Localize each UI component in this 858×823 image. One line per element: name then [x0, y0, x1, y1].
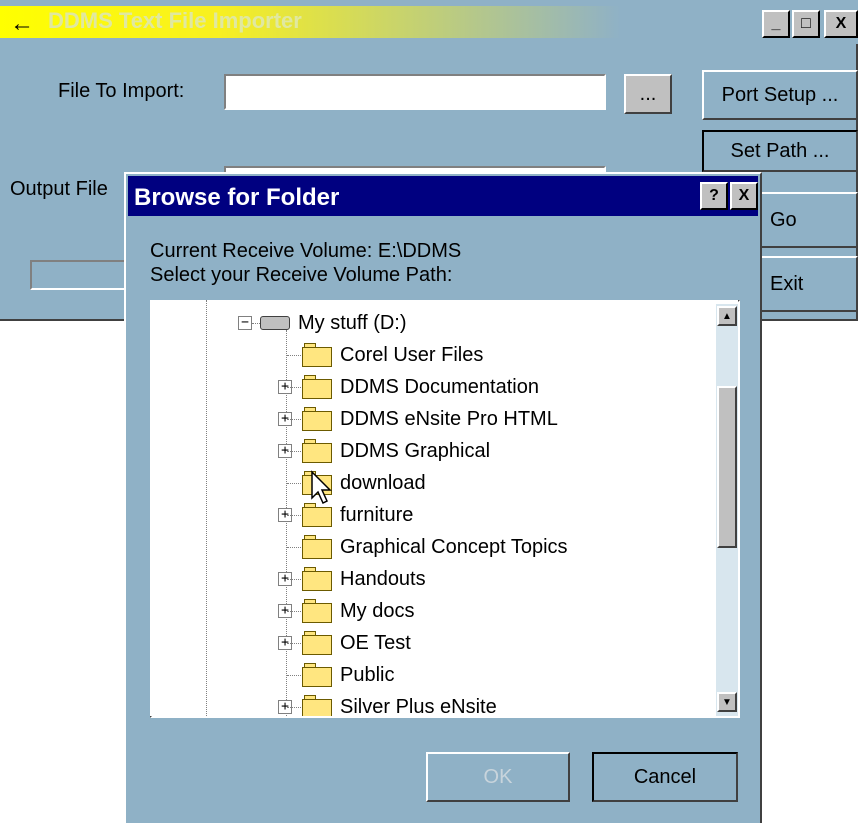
- folder-icon: [302, 439, 332, 463]
- folder-icon: [302, 567, 332, 591]
- tree-folder-item[interactable]: Graphical Concept Topics: [302, 532, 568, 562]
- folder-icon: [302, 375, 332, 399]
- tree-folder-item[interactable]: Handouts: [302, 564, 426, 594]
- close-icon: X: [738, 187, 750, 204]
- folder-icon: [302, 407, 332, 431]
- tree-guide-line: [287, 451, 301, 452]
- browse-file-button[interactable]: ...: [624, 74, 672, 114]
- tree-guide-line: [287, 515, 301, 516]
- tree-guide-line: [287, 643, 301, 644]
- drive-icon: [260, 316, 290, 330]
- folder-icon: [302, 535, 332, 559]
- folder-icon: [302, 343, 332, 367]
- ok-button[interactable]: OK: [426, 752, 570, 802]
- cancel-button[interactable]: Cancel: [592, 752, 738, 802]
- tree-guide-line: [287, 483, 301, 484]
- maximize-button[interactable]: □: [792, 10, 820, 38]
- tree-guide-line: [287, 675, 301, 676]
- tree-folder-item[interactable]: Corel User Files: [302, 340, 483, 370]
- collapse-icon[interactable]: −: [238, 316, 252, 330]
- progress-bar: [30, 260, 126, 290]
- tree-guide-line: [287, 387, 301, 388]
- mouse-pointer-icon: [311, 470, 332, 505]
- tree-root-node[interactable]: My stuff (D:): [260, 308, 407, 338]
- folder-icon: [302, 599, 332, 623]
- minimize-button[interactable]: _: [762, 10, 790, 38]
- tree-guide-line: [252, 323, 260, 324]
- tree-guide-line: [287, 579, 301, 580]
- file-to-import-input[interactable]: [224, 74, 606, 110]
- tree-guide-line: [287, 355, 301, 356]
- current-volume-text: Current Receive Volume: E:\DDMS: [150, 240, 462, 262]
- arrow-down-icon: ▼: [722, 696, 732, 708]
- tree-folder-item[interactable]: My docs: [302, 596, 414, 626]
- tree-guide-line: [206, 300, 207, 716]
- scroll-up-button[interactable]: ▲: [717, 306, 737, 326]
- tree-folder-item[interactable]: DDMS Graphical: [302, 436, 490, 466]
- folder-icon: [302, 695, 332, 716]
- tree-guide-line: [287, 547, 301, 548]
- tree-folder-item[interactable]: DDMS eNsite Pro HTML: [302, 404, 558, 434]
- main-close-button[interactable]: X: [824, 10, 858, 38]
- instruction-text: Select your Receive Volume Path:: [150, 264, 453, 286]
- maximize-icon: □: [801, 15, 811, 32]
- port-setup-button[interactable]: Port Setup ...: [702, 70, 858, 120]
- tree-folder-item[interactable]: Silver Plus eNsite: [302, 692, 497, 716]
- folder-icon: [302, 663, 332, 687]
- main-window-title: DDMS Text File Importer: [48, 8, 302, 33]
- tree-folder-item[interactable]: OE Test: [302, 628, 411, 658]
- scroll-down-button[interactable]: ▼: [717, 692, 737, 712]
- close-icon: X: [835, 15, 847, 32]
- tree-folder-item[interactable]: Public: [302, 660, 394, 690]
- help-icon: ?: [709, 187, 719, 204]
- tree-guide-line: [287, 611, 301, 612]
- help-button[interactable]: ?: [700, 182, 728, 210]
- set-path-button[interactable]: Set Path ...: [702, 130, 858, 172]
- output-file-label: Output File: [10, 178, 108, 200]
- tree-guide-line: [287, 419, 301, 420]
- file-to-import-label: File To Import:: [58, 80, 185, 102]
- back-arrow-icon[interactable]: ←: [10, 10, 34, 38]
- dialog-title: Browse for Folder: [134, 184, 340, 211]
- tree-folder-item[interactable]: DDMS Documentation: [302, 372, 539, 402]
- tree-guide-line: [287, 707, 301, 708]
- arrow-up-icon: ▲: [722, 310, 732, 322]
- minimize-icon: _: [771, 15, 781, 32]
- folder-icon: [302, 631, 332, 655]
- folder-icon: [302, 503, 332, 527]
- folder-tree[interactable]: − My stuff (D:) Corel User Files + DDMS Do…: [150, 300, 738, 716]
- dialog-close-button[interactable]: X: [730, 182, 758, 210]
- scroll-thumb[interactable]: [717, 386, 737, 548]
